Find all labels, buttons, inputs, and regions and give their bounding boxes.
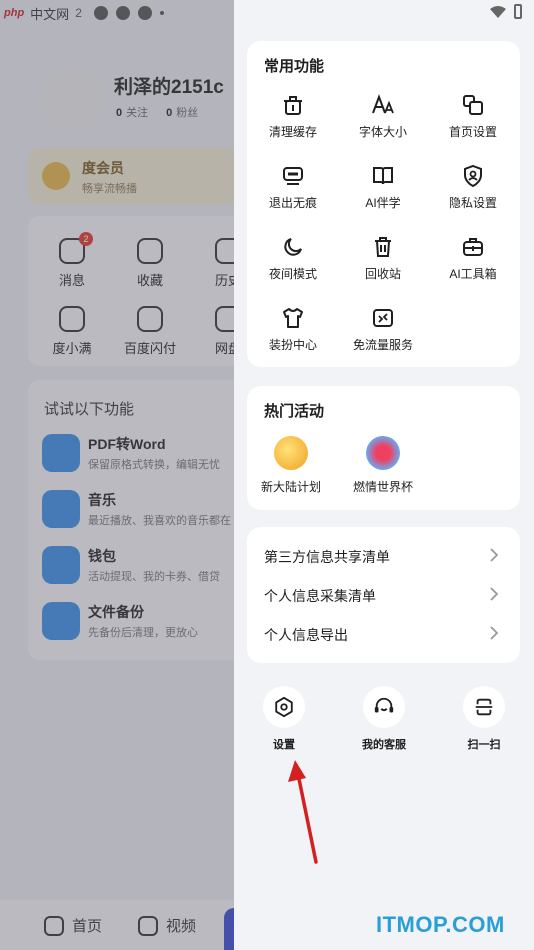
feature-label: 字体大小: [358, 125, 407, 139]
activity-label: 新大陆计划: [260, 480, 321, 494]
feature-exit-incognito[interactable]: 退出无痕: [251, 164, 335, 211]
feature-recycle-bin[interactable]: 回收站: [341, 235, 425, 282]
battery-icon: [514, 4, 522, 19]
feature-dress-up[interactable]: 装扮中心: [251, 306, 335, 353]
settings-circle: [263, 686, 305, 728]
customer-service-button[interactable]: 我的客服: [344, 686, 424, 752]
activity-label: 燃情世界杯: [352, 480, 413, 494]
broom-icon: [284, 96, 302, 115]
list-row-personal-info-collection[interactable]: 个人信息采集清单: [247, 574, 520, 614]
hot-activities-title: 热门活动: [264, 403, 325, 420]
moon-icon: [284, 238, 302, 256]
activity-new-continent[interactable]: 新大陆计划: [251, 436, 331, 495]
settings-button[interactable]: 设置: [244, 686, 324, 752]
common-functions-card: 常用功能 清理缓存 字体大小 首页设置 退出无痕 AI伴学 隐私设置 夜间模式: [247, 41, 520, 367]
incognito-icon: [283, 167, 303, 185]
scan-circle: [463, 686, 505, 728]
list-row-label: 个人信息采集清单: [264, 588, 376, 604]
feature-label: 清理缓存: [268, 125, 317, 139]
chevron-right-icon: [490, 548, 498, 562]
feature-home-settings[interactable]: 首页设置: [431, 93, 515, 140]
book-icon: [373, 167, 393, 185]
info-list-card: 第三方信息共享清单 个人信息采集清单 个人信息导出: [247, 527, 520, 663]
bottom-action-label: 扫一扫: [467, 739, 501, 751]
hot-activities-card: 热门活动 新大陆计划 燃情世界杯: [247, 386, 520, 510]
bottom-action-label: 我的客服: [362, 739, 406, 751]
feature-data-free[interactable]: 免流量服务: [341, 306, 425, 353]
world-cup-icon: [366, 436, 400, 470]
feature-label: AI伴学: [365, 196, 401, 210]
coin-icon: [274, 436, 308, 470]
feature-label: 首页设置: [448, 125, 497, 139]
feature-label: 回收站: [364, 267, 401, 281]
chevron-right-icon: [490, 587, 498, 601]
feature-ai-toolbox[interactable]: AI工具箱: [431, 235, 515, 282]
feature-ai-study[interactable]: AI伴学: [341, 164, 425, 211]
scan-icon: [475, 698, 493, 716]
home-settings-icon: [463, 95, 483, 115]
feature-label: AI工具箱: [449, 267, 497, 281]
status-bar-right: [490, 4, 522, 19]
data-free-icon: [373, 309, 393, 327]
list-row-label: 个人信息导出: [264, 627, 348, 643]
feature-clear-cache[interactable]: 清理缓存: [251, 93, 335, 140]
feature-label: 装扮中心: [268, 338, 317, 352]
feature-privacy-settings[interactable]: 隐私设置: [431, 164, 515, 211]
feature-label: 夜间模式: [268, 267, 317, 281]
trash-icon: [375, 237, 391, 257]
shirt-icon: [283, 308, 303, 328]
chevron-right-icon: [490, 626, 498, 640]
feature-night-mode[interactable]: 夜间模式: [251, 235, 335, 282]
watermark: ITMOP.COM: [376, 912, 505, 937]
toolbox-icon: [463, 238, 483, 256]
privacy-shield-icon: [464, 164, 482, 188]
list-row-label: 第三方信息共享清单: [264, 549, 390, 565]
side-drawer: 常用功能 清理缓存 字体大小 首页设置 退出无痕 AI伴学 隐私设置 夜间模式: [234, 0, 534, 950]
font-size-icon: [372, 94, 394, 114]
feature-font-size[interactable]: 字体大小: [341, 93, 425, 140]
activity-world-cup[interactable]: 燃情世界杯: [343, 436, 423, 495]
feature-label: 免流量服务: [352, 338, 413, 352]
bottom-action-label: 设置: [273, 739, 295, 751]
headset-icon: [374, 697, 394, 713]
feature-label: 隐私设置: [448, 196, 497, 210]
settings-icon: [275, 696, 293, 718]
scan-button[interactable]: 扫一扫: [444, 686, 524, 752]
annotation-arrow-icon: [288, 760, 318, 864]
list-row-personal-info-export[interactable]: 个人信息导出: [247, 613, 520, 653]
wifi-icon: [490, 5, 506, 18]
list-row-third-party-sharing[interactable]: 第三方信息共享清单: [247, 535, 520, 575]
common-functions-title: 常用功能: [264, 58, 325, 75]
customer-service-circle: [363, 686, 405, 728]
feature-label: 退出无痕: [268, 196, 317, 210]
